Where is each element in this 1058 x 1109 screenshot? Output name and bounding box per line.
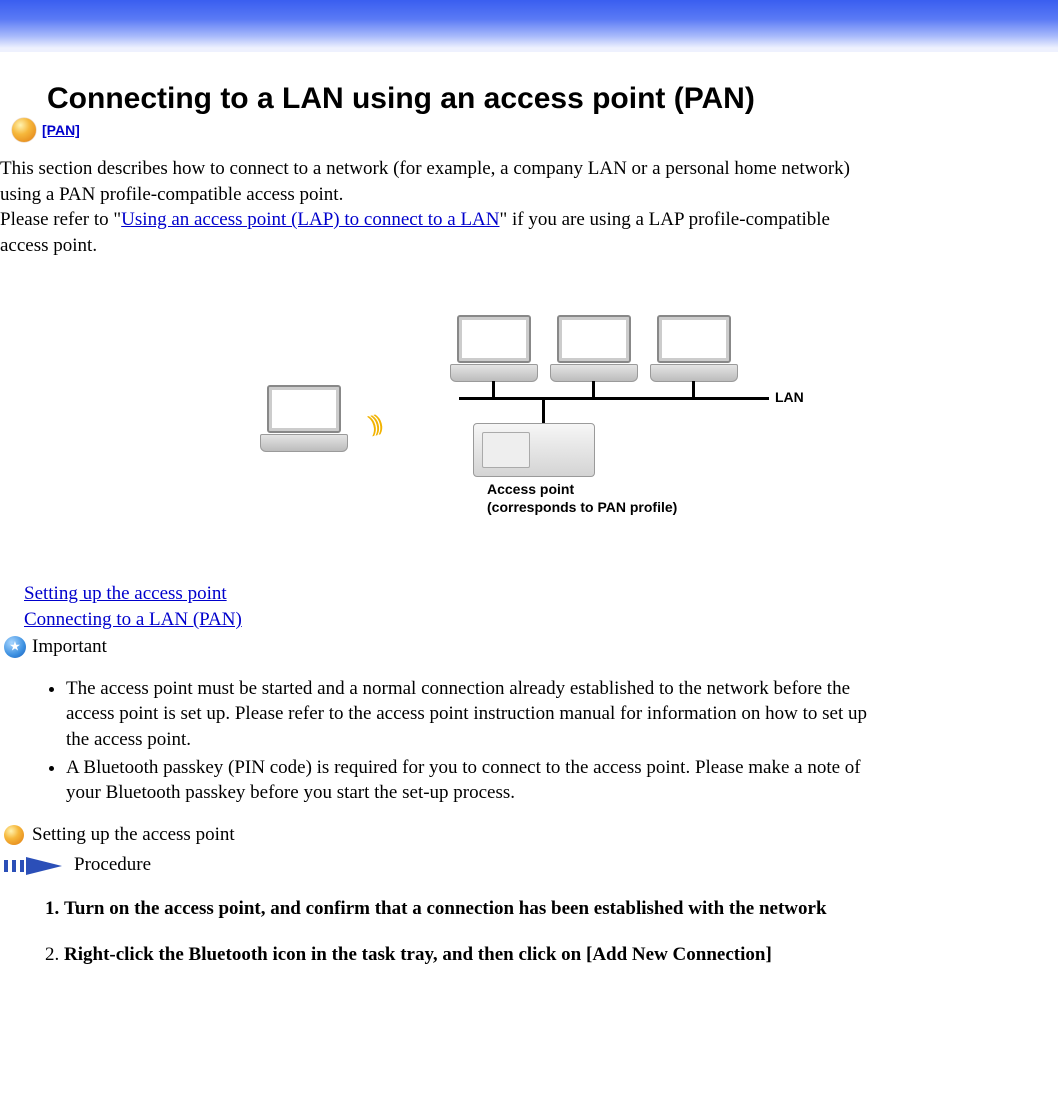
- orb-icon: [4, 825, 24, 845]
- page-title: Connecting to a LAN using an access poin…: [47, 82, 1058, 116]
- procedure-label: Procedure: [74, 854, 151, 876]
- wireless-icon: ))): [366, 410, 382, 438]
- laptop-icon: [549, 315, 639, 379]
- cable-line: [459, 397, 769, 400]
- cable-line: [592, 381, 595, 399]
- star-icon: [4, 636, 26, 658]
- access-point-icon: [473, 423, 595, 477]
- toc-link-connect[interactable]: Connecting to a LAN (PAN): [24, 609, 242, 630]
- subheading-setup: Setting up the access point: [32, 824, 235, 846]
- cable-line: [492, 381, 495, 399]
- important-label: Important: [32, 636, 107, 658]
- lap-link[interactable]: Using an access point (LAP) to connect t…: [121, 209, 499, 230]
- laptop-icon: [449, 315, 539, 379]
- orb-icon: [12, 118, 36, 142]
- list-item: The access point must be started and a n…: [66, 676, 886, 753]
- diagram-label-ap-2: (corresponds to PAN profile): [487, 499, 677, 515]
- list-item: A Bluetooth passkey (PIN code) is requir…: [66, 755, 886, 806]
- important-notes-list: The access point must be started and a n…: [36, 676, 886, 806]
- laptop-icon: [259, 385, 349, 449]
- network-diagram: ))) LAN Access point (corresponds to PAN…: [259, 315, 799, 525]
- list-item: Right-click the Bluetooth icon in the ta…: [64, 942, 884, 968]
- procedure-steps: Turn on the access point, and confirm th…: [36, 896, 884, 967]
- intro-text-2a: Please refer to ": [0, 209, 121, 230]
- list-item: Turn on the access point, and confirm th…: [64, 896, 884, 922]
- toc-link-setup[interactable]: Setting up the access point: [24, 583, 227, 604]
- diagram-label-lan: LAN: [775, 389, 804, 405]
- diagram-label-ap-1: Access point: [487, 481, 574, 497]
- header-banner: [0, 0, 1058, 52]
- cable-line: [692, 381, 695, 399]
- cable-line: [542, 397, 545, 423]
- arrow-icon: [4, 854, 68, 876]
- pan-link[interactable]: [PAN]: [42, 122, 80, 138]
- intro-text-1: This section describes how to connect to…: [0, 158, 850, 205]
- laptop-icon: [649, 315, 739, 379]
